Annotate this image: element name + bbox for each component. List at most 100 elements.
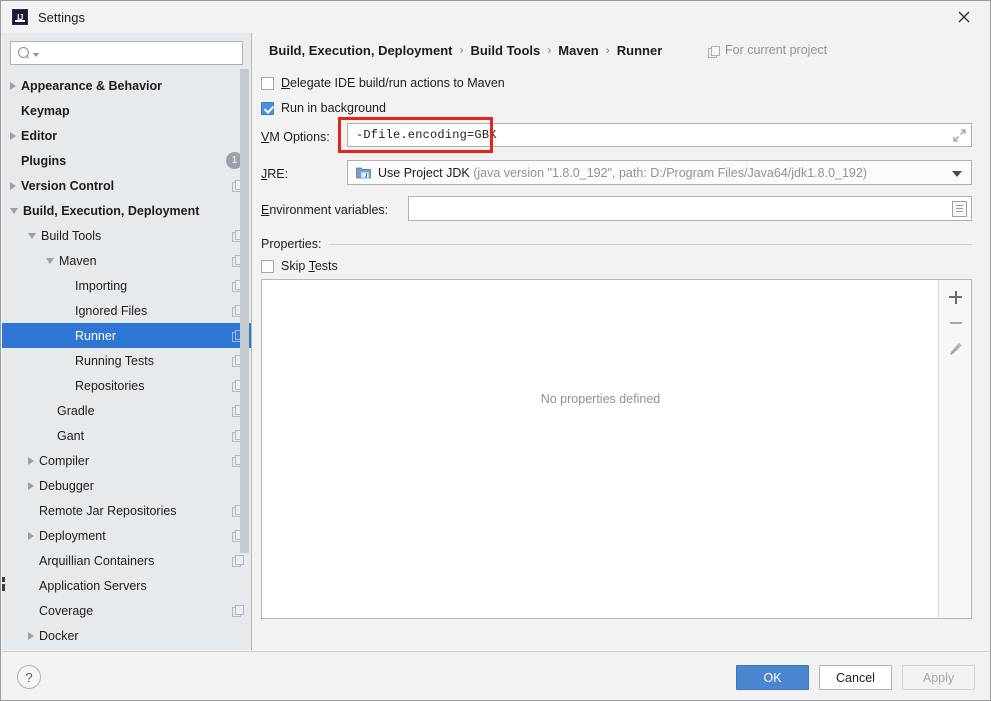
- sidebar-item-label: Build Tools: [41, 229, 226, 243]
- sidebar-item-label: Repositories: [75, 379, 226, 393]
- sidebar-item-version-control[interactable]: Version Control: [2, 173, 251, 198]
- breadcrumb-separator: ›: [547, 43, 551, 57]
- sidebar-item-deployment[interactable]: Deployment: [2, 523, 251, 548]
- chevron-right-icon[interactable]: [28, 457, 34, 465]
- sidebar-item-gant[interactable]: Gant: [2, 423, 251, 448]
- sidebar-item-gradle[interactable]: Gradle: [2, 398, 251, 423]
- environment-variables-input[interactable]: [408, 196, 972, 221]
- sidebar-item-label: Keymap: [21, 104, 243, 118]
- sidebar-item-editor[interactable]: Editor: [2, 123, 251, 148]
- tree-indent-spacer: [46, 410, 52, 411]
- sidebar-item-remote-jar-repositories[interactable]: Remote Jar Repositories: [2, 498, 251, 523]
- label-rest: RE:: [267, 167, 288, 181]
- chevron-down-icon[interactable]: [28, 233, 36, 239]
- list-editor-icon[interactable]: [952, 201, 967, 217]
- properties-toolbar: [938, 280, 971, 618]
- sidebar-item-label: Deployment: [39, 529, 226, 543]
- properties-list-panel[interactable]: No properties defined: [261, 279, 972, 619]
- jre-value-detail: (java version "1.8.0_192", path: D:/Prog…: [473, 166, 867, 180]
- remove-property-button[interactable]: [939, 310, 972, 336]
- sidebar-item-ignored-files[interactable]: Ignored Files: [2, 298, 251, 323]
- sidebar-scrollbar[interactable]: [240, 69, 249, 649]
- search-input[interactable]: [39, 45, 242, 61]
- sidebar-item-debugger[interactable]: Debugger: [2, 473, 251, 498]
- sidebar-item-label: Gant: [57, 429, 226, 443]
- sidebar-item-docker[interactable]: Docker: [2, 623, 251, 648]
- chevron-down-icon[interactable]: [10, 208, 18, 214]
- chevron-down-icon[interactable]: [46, 258, 54, 264]
- tree-indent-spacer: [10, 110, 16, 111]
- sidebar-item-label: Maven: [59, 254, 226, 268]
- jre-value-main: Use Project JDK: [378, 166, 470, 180]
- sidebar-item-arquillian-containers[interactable]: Arquillian Containers: [2, 548, 251, 573]
- jre-dropdown[interactable]: Use Project JDK (java version "1.8.0_192…: [347, 160, 972, 185]
- sidebar-item-maven[interactable]: Maven: [2, 248, 251, 273]
- cancel-button[interactable]: Cancel: [819, 665, 892, 690]
- sidebar-item-plugins[interactable]: Plugins1: [2, 148, 251, 173]
- settings-sidebar: Appearance & Behavior Keymap EditorPlugins…: [2, 33, 252, 650]
- vm-options-input[interactable]: -Dfile.encoding=GBK: [347, 123, 972, 147]
- delegate-ide-build-checkbox-row[interactable]: Delegate IDE build/run actions to Maven: [261, 74, 505, 92]
- run-in-background-checkbox[interactable]: [261, 102, 274, 115]
- help-button[interactable]: ?: [17, 665, 41, 689]
- label-pre: Run in b: [281, 101, 328, 115]
- sidebar-item-runner[interactable]: Runner: [2, 323, 251, 348]
- tree-indent-spacer: [28, 560, 34, 561]
- search-box[interactable]: [10, 41, 243, 65]
- skip-tests-checkbox[interactable]: [261, 260, 274, 273]
- chevron-right-icon[interactable]: [10, 82, 16, 90]
- sidebar-item-coverage[interactable]: Coverage: [2, 598, 251, 623]
- breadcrumb-item-3[interactable]: Runner: [617, 43, 663, 58]
- breadcrumb-item-0[interactable]: Build, Execution, Deployment: [269, 43, 452, 58]
- jre-label: JRE:: [261, 167, 288, 181]
- chevron-right-icon[interactable]: [10, 132, 16, 140]
- edit-property-button[interactable]: [939, 336, 972, 362]
- sidebar-item-repositories[interactable]: Repositories: [2, 373, 251, 398]
- sidebar-item-running-tests[interactable]: Running Tests: [2, 348, 251, 373]
- skip-tests-checkbox-row[interactable]: Skip Tests: [261, 257, 338, 275]
- environment-variables-label: Environment variables:: [261, 203, 388, 217]
- resize-handle-marker: [2, 577, 5, 591]
- sidebar-item-label: Arquillian Containers: [39, 554, 226, 568]
- sidebar-item-build-execution-deployment[interactable]: Build, Execution, Deployment: [2, 198, 251, 223]
- breadcrumb: Build, Execution, Deployment › Build Too…: [269, 39, 662, 61]
- sidebar-item-label: Application Servers: [39, 579, 243, 593]
- sidebar-item-label: Build, Execution, Deployment: [23, 204, 243, 218]
- sidebar-item-application-servers[interactable]: Application Servers: [2, 573, 251, 598]
- chevron-right-icon[interactable]: [10, 182, 16, 190]
- label-rest: ests: [315, 259, 338, 273]
- ok-button[interactable]: OK: [736, 665, 809, 690]
- sidebar-scrollbar-thumb[interactable]: [240, 69, 249, 553]
- plus-icon: [949, 291, 962, 304]
- settings-tree: Appearance & Behavior Keymap EditorPlugins…: [2, 71, 251, 648]
- settings-main-panel: Build, Execution, Deployment › Build Too…: [253, 33, 990, 650]
- close-button[interactable]: [942, 1, 986, 33]
- sidebar-item-label: Appearance & Behavior: [21, 79, 243, 93]
- sidebar-item-keymap[interactable]: Keymap: [2, 98, 251, 123]
- tree-indent-spacer: [28, 510, 34, 511]
- breadcrumb-item-2[interactable]: Maven: [558, 43, 598, 58]
- add-property-button[interactable]: [939, 284, 972, 310]
- run-in-background-checkbox-row[interactable]: Run in background: [261, 99, 386, 117]
- sidebar-item-label: Debugger: [39, 479, 243, 493]
- sidebar-item-importing[interactable]: Importing: [2, 273, 251, 298]
- jre-value: Use Project JDK (java version "1.8.0_192…: [378, 166, 867, 180]
- delegate-ide-build-checkbox[interactable]: [261, 77, 274, 90]
- chevron-right-icon[interactable]: [28, 482, 34, 490]
- expand-icon[interactable]: [952, 128, 967, 143]
- intellij-idea-icon: [12, 9, 28, 25]
- chevron-right-icon[interactable]: [28, 632, 34, 640]
- tree-indent-spacer: [64, 360, 70, 361]
- sidebar-item-appearance-behavior[interactable]: Appearance & Behavior: [2, 73, 251, 98]
- apply-button[interactable]: Apply: [902, 665, 975, 690]
- breadcrumb-item-1[interactable]: Build Tools: [470, 43, 540, 58]
- tree-indent-spacer: [64, 385, 70, 386]
- chevron-down-icon[interactable]: [952, 171, 962, 177]
- mnemonic-char: D: [281, 76, 290, 90]
- sidebar-item-compiler[interactable]: Compiler: [2, 448, 251, 473]
- delegate-ide-build-label: Delegate IDE build/run actions to Maven: [281, 76, 505, 90]
- section-divider: [329, 244, 972, 245]
- breadcrumb-separator: ›: [606, 43, 610, 57]
- sidebar-item-build-tools[interactable]: Build Tools: [2, 223, 251, 248]
- chevron-right-icon[interactable]: [28, 532, 34, 540]
